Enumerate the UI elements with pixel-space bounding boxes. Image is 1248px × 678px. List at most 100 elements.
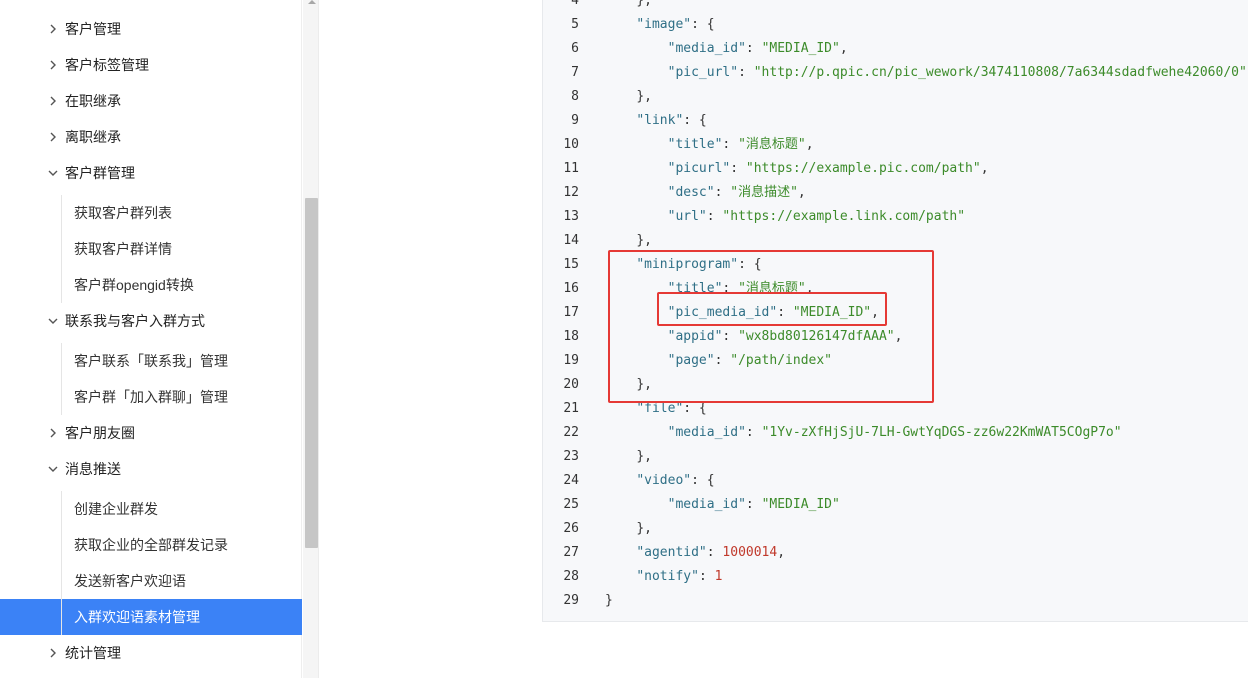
json-punctuation: },	[636, 449, 652, 464]
code-text: "media_id": "MEDIA_ID",	[668, 37, 848, 61]
chevron-right-icon	[46, 58, 60, 72]
sidebar-item-label: 发送新客户欢迎语	[74, 573, 186, 589]
line-number: 8	[571, 89, 579, 104]
line-number: 15	[563, 257, 579, 272]
sidebar-nav: 客户管理 客户标签管理 在职继承 离职继承 客户群管理 获取客户群列表 获取客户群详情 客户群…	[0, 0, 302, 678]
sidebar-item-label: 客户群管理	[65, 165, 135, 181]
code-text: "picurl": "https://example.pic.com/path"…	[668, 157, 989, 181]
line-number: 16	[563, 281, 579, 296]
sidebar-item[interactable]: 创建企业群发	[0, 491, 302, 527]
line-number: 4	[571, 0, 579, 8]
json-punctuation: },	[636, 521, 652, 536]
chevron-right-icon	[46, 130, 60, 144]
sidebar-item[interactable]: 消息推送	[0, 451, 302, 487]
sidebar-item[interactable]: 统计管理	[0, 635, 302, 671]
json-punctuation: ,	[839, 41, 848, 56]
json-key: "media_id"	[667, 425, 746, 440]
json-string: "http://p.qpic.cn/pic_wework/3474110808/…	[753, 65, 1247, 80]
sidebar-item-label: 获取客户群列表	[74, 205, 172, 221]
json-string: "消息标题"	[738, 137, 806, 152]
sidebar-item[interactable]: 客户联系「联系我」管理	[0, 343, 302, 379]
json-punctuation: ,	[980, 161, 989, 176]
json-punctuation: : {	[691, 473, 715, 488]
line-number: 9	[571, 113, 579, 128]
sidebar-item-label: 客户联系「联系我」管理	[74, 353, 228, 369]
chevron-right-icon	[46, 94, 60, 108]
line-number: 26	[563, 521, 579, 536]
json-punctuation: :	[730, 161, 746, 176]
json-key: "media_id"	[667, 41, 746, 56]
sidebar-item[interactable]: 获取客户群详情	[0, 231, 302, 267]
tree-guide-line	[61, 491, 62, 635]
line-number: 28	[563, 569, 579, 584]
json-key: "title"	[667, 137, 723, 152]
sidebar-item-label: 获取企业的全部群发记录	[74, 537, 228, 553]
json-string: "消息描述"	[730, 185, 798, 200]
sidebar-item-label: 消息推送	[65, 461, 121, 477]
json-punctuation: :	[706, 545, 723, 560]
code-text: },	[636, 0, 652, 13]
sidebar-item-label: 客户标签管理	[65, 57, 149, 73]
sidebar-item[interactable]: 客户标签管理	[0, 47, 302, 83]
chevron-down-icon	[46, 314, 60, 328]
sidebar-item-label: 客户群opengid转换	[74, 277, 194, 293]
sidebar-item-label: 在职继承	[65, 93, 121, 109]
json-punctuation: :	[745, 497, 762, 512]
sidebar-item-label: 客户朋友圈	[65, 425, 135, 441]
json-punctuation: ,	[797, 185, 806, 200]
json-string: "https://example.link.com/path"	[722, 209, 966, 224]
sidebar-scrollbar-thumb[interactable]	[305, 198, 318, 548]
sidebar-item[interactable]: 获取企业的全部群发记录	[0, 527, 302, 563]
code-text: },	[636, 445, 652, 469]
json-key: "image"	[636, 17, 692, 32]
json-key: "agentid"	[636, 545, 707, 560]
json-punctuation: : {	[683, 113, 707, 128]
line-number: 6	[571, 41, 579, 56]
code-text: "image": {	[636, 13, 714, 37]
chevron-down-icon	[46, 166, 60, 180]
line-number: 23	[563, 449, 579, 464]
line-number: 14	[563, 233, 579, 248]
json-punctuation: :	[738, 65, 754, 80]
sidebar-item[interactable]: 在职继承	[0, 83, 302, 119]
line-number: 19	[563, 353, 579, 368]
json-punctuation: :	[745, 425, 762, 440]
sidebar-item[interactable]: 联系我与客户入群方式	[0, 303, 302, 339]
sidebar-item-label: 入群欢迎语素材管理	[74, 609, 200, 625]
scroll-up-arrow-icon[interactable]	[308, 0, 316, 4]
line-number: 22	[563, 425, 579, 440]
json-punctuation: : {	[691, 17, 715, 32]
sidebar-item[interactable]: 客户群「加入群聊」管理	[0, 379, 302, 415]
code-text: "video": {	[636, 469, 714, 493]
json-key: "desc"	[667, 185, 715, 200]
line-number: 27	[563, 545, 579, 560]
line-number: 5	[571, 17, 579, 32]
sidebar-item[interactable]: 客户群管理	[0, 155, 302, 191]
code-text: "url": "https://example.link.com/path"	[668, 205, 965, 229]
tree-guide-line	[61, 343, 62, 415]
chevron-down-icon	[46, 462, 60, 476]
line-number: 12	[563, 185, 579, 200]
json-string: "1Yv-zXfHjSjU-7LH-GwtYqDGS-zz6w22KmWAT5C…	[761, 425, 1122, 440]
code-text: "media_id": "MEDIA_ID"	[668, 493, 840, 517]
sidebar-item[interactable]: 客户朋友圈	[0, 415, 302, 451]
sidebar-item[interactable]: 客户管理	[0, 11, 302, 47]
line-number: 10	[563, 137, 579, 152]
sidebar-item[interactable]: 客户群opengid转换	[0, 267, 302, 303]
sidebar-item-label: 联系我与客户入群方式	[65, 313, 205, 329]
json-punctuation: :	[706, 209, 723, 224]
sidebar-item[interactable]: 入群欢迎语素材管理	[0, 599, 302, 635]
sidebar-item[interactable]: 获取客户群列表	[0, 195, 302, 231]
code-text: "desc": "消息描述",	[668, 181, 806, 205]
json-punctuation: :	[698, 569, 715, 584]
sidebar-item[interactable]: 离职继承	[0, 119, 302, 155]
sidebar-item-label: 客户管理	[65, 21, 121, 37]
sidebar-item[interactable]: 发送新客户欢迎语	[0, 563, 302, 599]
json-punctuation: :	[714, 185, 731, 200]
line-number: 18	[563, 329, 579, 344]
line-number: 29	[563, 593, 579, 608]
json-key: "url"	[667, 209, 707, 224]
sidebar-item-label: 创建企业群发	[74, 501, 158, 517]
json-punctuation: }	[605, 593, 613, 608]
line-number: 21	[563, 401, 579, 416]
